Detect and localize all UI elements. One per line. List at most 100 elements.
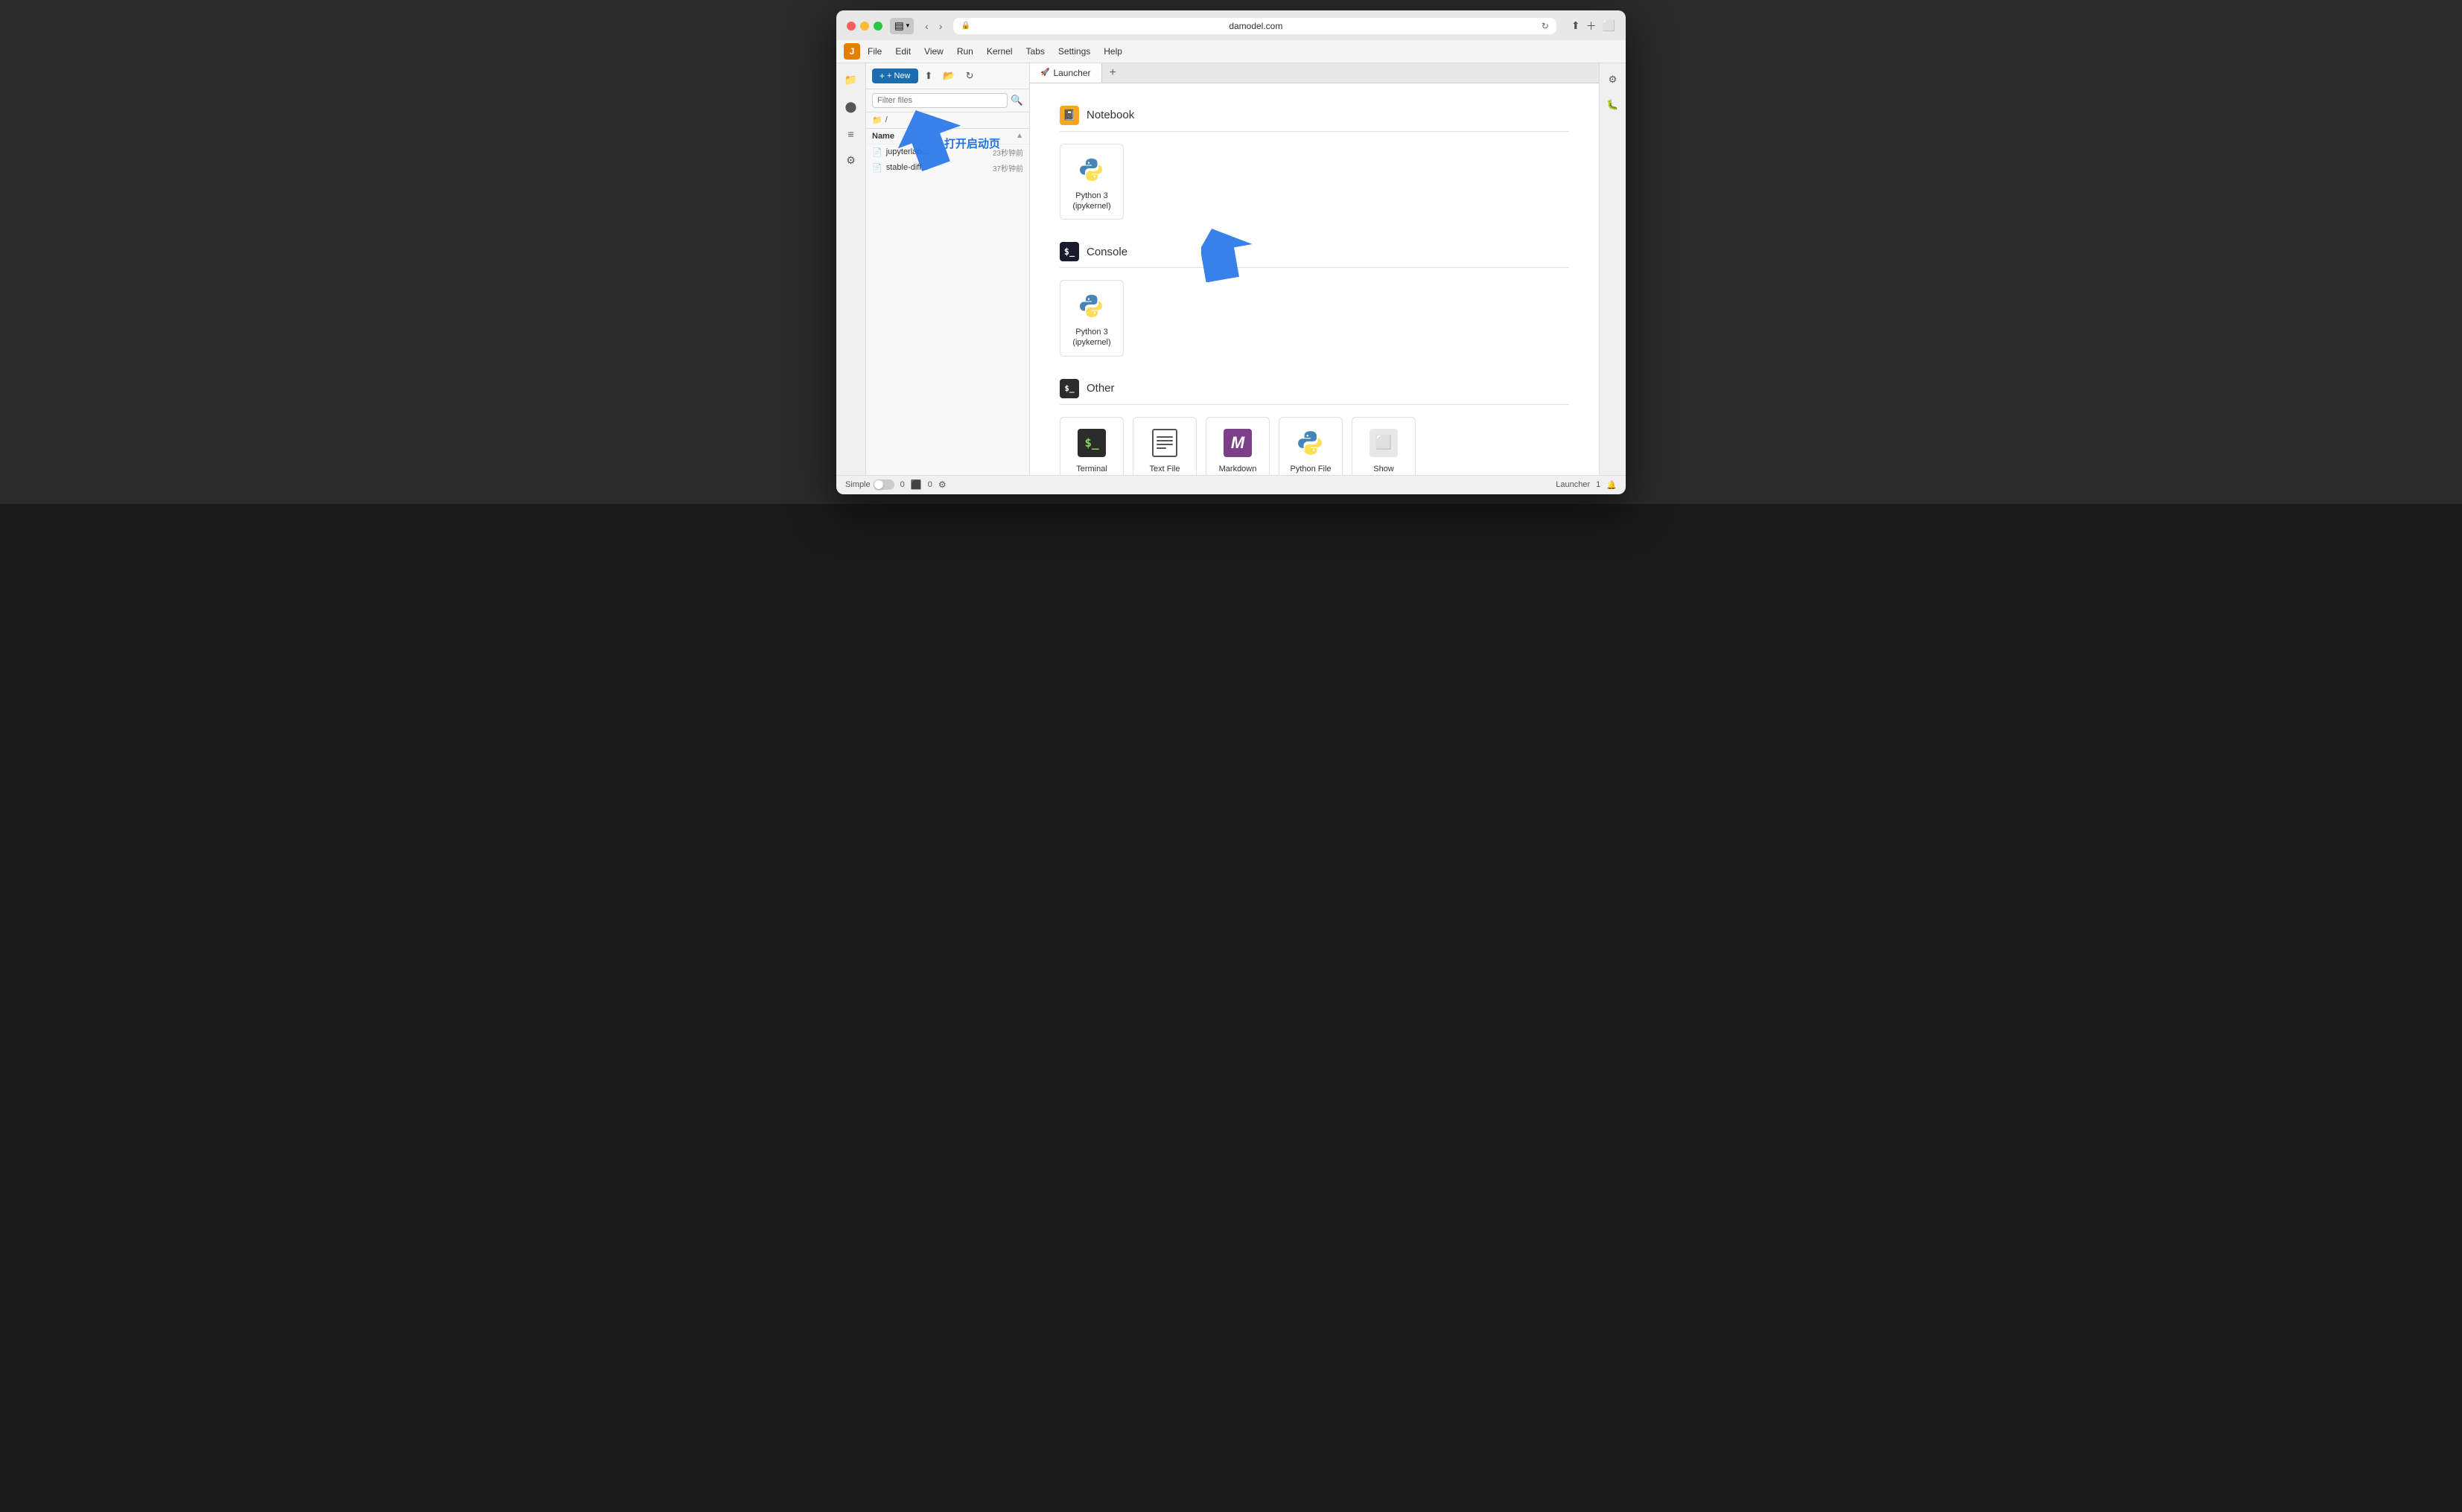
upload-button[interactable]: ⬆ [921, 68, 937, 84]
other-section-title: Other [1087, 382, 1115, 395]
other-cards-row: $_ Terminal [1060, 417, 1569, 475]
console-section-header: $_ Console [1060, 242, 1569, 268]
debugger-icon: 🐛 [1606, 99, 1618, 111]
search-button[interactable]: 🔍 [1011, 95, 1023, 106]
new-folder-button[interactable]: 📂 [939, 68, 958, 84]
folder-add-icon: 📂 [943, 70, 955, 82]
new-tab-button[interactable]: + [1102, 63, 1124, 83]
folder-icon: 📁 [844, 74, 857, 86]
list-icon: ≡ [847, 128, 853, 140]
python-file-card[interactable]: Python File [1279, 417, 1343, 475]
console-section-title: Console [1087, 246, 1127, 258]
menu-file[interactable]: File [862, 44, 888, 59]
console-section-icon: $_ [1060, 242, 1079, 261]
tab-launcher-label: Launcher [1053, 68, 1090, 78]
text-file-label: Text File [1150, 464, 1180, 474]
right-sidebar: ⚙ 🐛 [1599, 63, 1626, 475]
url-text: damodel.com [975, 21, 1537, 31]
notebook-section-title: Notebook [1087, 109, 1134, 121]
console-python-logo-icon [1077, 291, 1107, 321]
menu-settings[interactable]: Settings [1052, 44, 1096, 59]
back-button[interactable]: ‹ [921, 19, 932, 34]
running-icon-button[interactable]: ⬤ [840, 96, 862, 118]
file-icon: 📄 [872, 163, 882, 173]
menu-run[interactable]: Run [951, 44, 979, 59]
extensions-button[interactable]: ⬜ [1603, 19, 1615, 34]
markdown-icon: M [1223, 428, 1253, 458]
forward-button[interactable]: › [935, 19, 947, 34]
files-icon-button[interactable]: 📁 [840, 69, 862, 92]
reload-button[interactable]: ↻ [1542, 21, 1549, 31]
debugger-button[interactable]: 🐛 [1603, 95, 1623, 115]
terminal-icon: $_ [1077, 428, 1107, 458]
notebook-section-header: 📓 Notebook [1060, 106, 1569, 132]
minimize-button[interactable] [860, 22, 869, 31]
maximize-button[interactable] [874, 22, 882, 31]
tabs-bar: 🚀 Launcher + [1030, 63, 1599, 83]
markdown-file-card[interactable]: M Markdown File [1206, 417, 1270, 475]
other-section-header: $_ Other [1060, 379, 1569, 405]
search-input[interactable] [872, 93, 1008, 108]
refresh-icon: ↻ [966, 70, 974, 82]
traffic-lights [847, 22, 882, 31]
toc-icon-button[interactable]: ≡ [840, 123, 862, 145]
property-inspector-icon: ⚙ [1609, 74, 1618, 86]
new-file-button[interactable]: + + New [872, 68, 918, 83]
kernel-icon: ⬛ [911, 479, 922, 490]
contextual-help-label: Show Contextual Help [1358, 464, 1409, 475]
notebook-python3-label: Python 3 (ipykernel) [1072, 191, 1110, 212]
share-button[interactable]: ⬆ [1571, 19, 1580, 34]
menu-view[interactable]: View [918, 44, 950, 59]
sidebar-toggle-button[interactable]: ▤ ▾ [890, 18, 914, 34]
tab-launcher[interactable]: 🚀 Launcher [1030, 63, 1102, 83]
menu-tabs[interactable]: Tabs [1020, 44, 1051, 59]
tab-launcher-icon: 🚀 [1040, 68, 1049, 77]
menu-kernel[interactable]: Kernel [981, 44, 1019, 59]
notebook-python3-card[interactable]: Python 3 (ipykernel) [1060, 144, 1124, 220]
text-file-icon [1150, 428, 1180, 458]
search-icon: 🔍 [1011, 95, 1023, 106]
console-python3-card[interactable]: Python 3 (ipykernel) [1060, 280, 1124, 357]
launcher-status-label: Launcher [1556, 480, 1590, 489]
notebook-cards-row: Python 3 (ipykernel) [1060, 144, 1569, 220]
terminal-label: Terminal [1076, 464, 1107, 474]
sort-indicator: ▲ [1016, 132, 1023, 140]
menu-edit[interactable]: Edit [889, 44, 917, 59]
python-file-icon [1296, 428, 1326, 458]
markdown-file-label: Markdown File [1212, 464, 1263, 475]
list-item[interactable]: 📄 stable-diff... 37秒钟前 [866, 160, 1029, 176]
python-logo-icon [1077, 155, 1107, 185]
refresh-button[interactable]: ↻ [962, 68, 978, 84]
jupyter-logo: J [844, 43, 860, 60]
new-tab-browser-button[interactable]: ＋ [1586, 19, 1597, 34]
launcher-count: 1 [1596, 480, 1600, 489]
address-bar[interactable]: 🔒 damodel.com ↻ [953, 18, 1556, 34]
console-python3-label: Python 3 (ipykernel) [1072, 327, 1110, 348]
icon-bar: 📁 ⬤ ≡ ⚙ [836, 63, 866, 475]
close-button[interactable] [847, 22, 856, 31]
name-column-header: Name [872, 132, 1016, 141]
folder-icon-small: 📁 [872, 115, 882, 125]
sidebar-toggle-icon: ▤ [894, 20, 904, 32]
upload-icon: ⬆ [925, 70, 933, 82]
terminal-card[interactable]: $_ Terminal [1060, 417, 1124, 475]
other-section-icon: $_ [1060, 379, 1079, 398]
contextual-help-card[interactable]: ⬜ Show Contextual Help [1352, 417, 1416, 475]
extension-icon-button[interactable]: ⚙ [840, 150, 862, 172]
plus-icon: + [879, 71, 885, 81]
terminal-status-icon: ⚙ [938, 479, 947, 490]
list-item[interactable]: 📄 jupyterlab.... 23秒钟前 [866, 144, 1029, 160]
lock-icon: 🔒 [961, 22, 970, 30]
notebook-section-icon: 📓 [1060, 106, 1079, 125]
main-panel: 🚀 Launcher + 📓 Notebook [1030, 63, 1599, 475]
sidebar-toolbar: + + New ⬆ 📂 ↻ [866, 63, 1029, 89]
sidebar-search-bar: 🔍 [866, 89, 1029, 112]
simple-mode-toggle[interactable]: Simple [845, 479, 894, 490]
puzzle-icon: ⚙ [846, 154, 856, 167]
kernel-count: 0 [900, 480, 905, 489]
simple-mode-label: Simple [845, 480, 871, 489]
menu-help[interactable]: Help [1098, 44, 1128, 59]
property-inspector-button[interactable]: ⚙ [1603, 69, 1623, 90]
console-cards-row: Python 3 (ipykernel) [1060, 280, 1569, 357]
text-file-card[interactable]: Text File [1133, 417, 1197, 475]
